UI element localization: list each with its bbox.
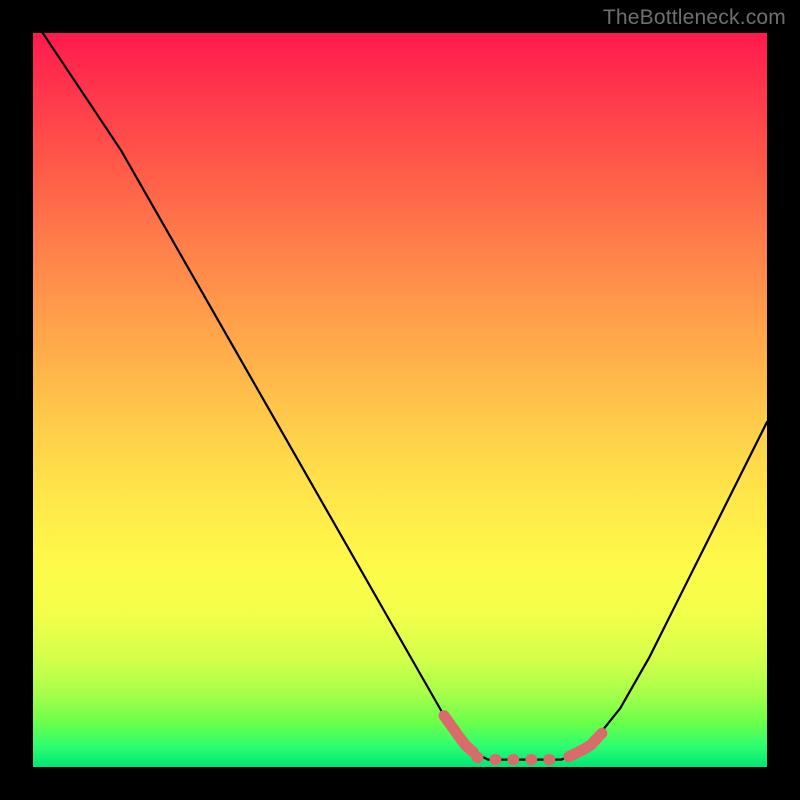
watermark-text: TheBottleneck.com xyxy=(603,6,786,30)
plot-background-gradient xyxy=(33,33,767,767)
chart-frame: TheBottleneck.com xyxy=(0,0,800,800)
